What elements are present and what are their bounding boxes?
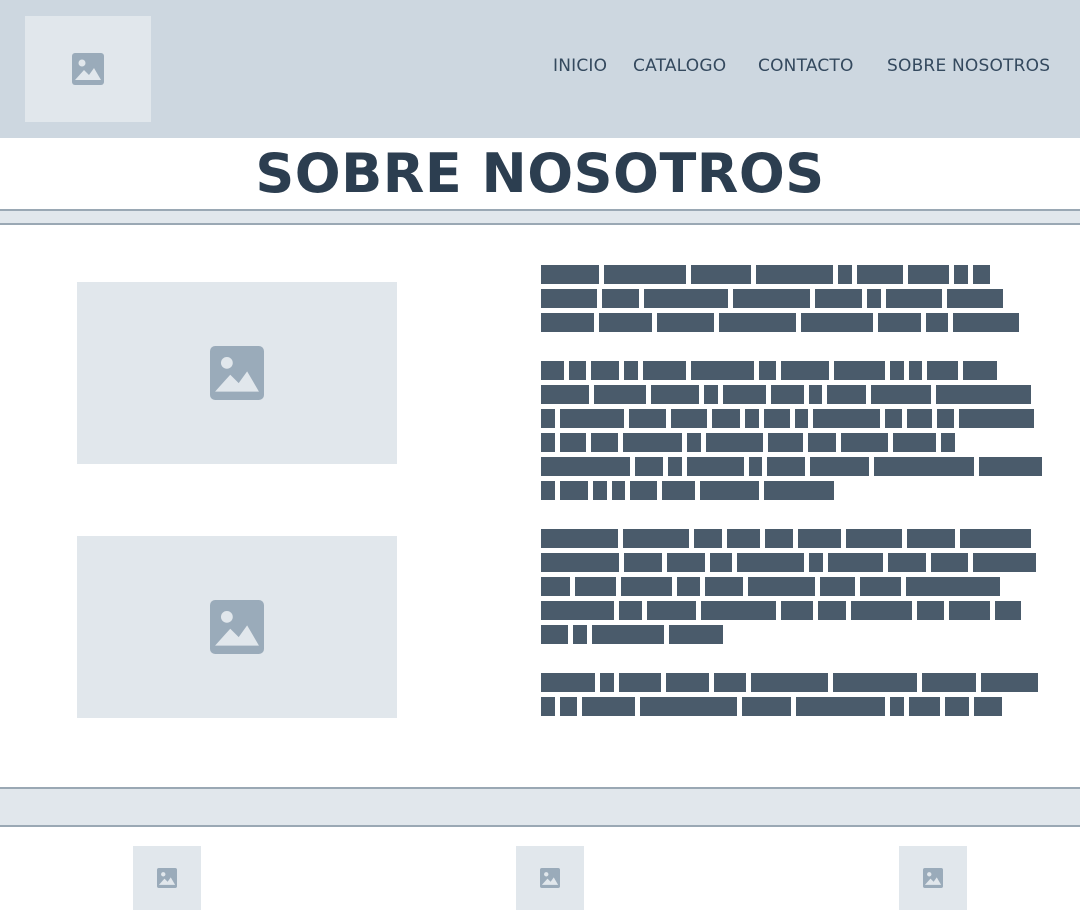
image-placeholder-icon — [923, 868, 943, 888]
redacted-text-line — [541, 457, 1051, 476]
redacted-text-line — [541, 601, 1051, 620]
footer-image[interactable] — [899, 846, 967, 910]
redacted-text-line — [541, 385, 1051, 404]
redacted-text-line — [541, 529, 1051, 548]
redacted-text-line — [541, 577, 1051, 596]
redacted-text-line — [541, 625, 1051, 644]
redacted-paragraph — [541, 265, 1051, 337]
redacted-text-line — [541, 553, 1051, 572]
redacted-text-line — [541, 409, 1051, 428]
redacted-paragraph — [541, 529, 1051, 649]
redacted-text-line — [541, 361, 1051, 380]
redacted-text-line — [541, 313, 1051, 332]
footer-band — [0, 787, 1080, 827]
redacted-paragraph — [541, 361, 1051, 505]
redacted-text-line — [541, 481, 1051, 500]
nav-sobre-nosotros[interactable]: SOBRE NOSOTROS — [887, 52, 1050, 80]
image-placeholder-icon — [540, 868, 560, 888]
footer-image[interactable] — [133, 846, 201, 910]
nav-catalogo[interactable]: CATALOGO — [633, 52, 726, 80]
image-placeholder-icon — [210, 600, 264, 654]
content-image — [77, 536, 397, 718]
site-header: INICIO CATALOGO CONTACTO SOBRE NOSOTROS — [0, 0, 1080, 138]
redacted-paragraph — [541, 673, 1051, 721]
redacted-text-line — [541, 433, 1051, 452]
image-placeholder-icon — [157, 868, 177, 888]
content-image — [77, 282, 397, 464]
title-divider — [0, 209, 1080, 225]
nav-contacto[interactable]: CONTACTO — [758, 52, 854, 80]
nav-inicio[interactable]: INICIO — [553, 52, 607, 80]
redacted-text-line — [541, 697, 1051, 716]
main-nav: INICIO CATALOGO CONTACTO SOBRE NOSOTROS — [0, 52, 1080, 80]
redacted-text-line — [541, 673, 1051, 692]
page-title: SOBRE NOSOTROS — [255, 142, 825, 205]
footer-image[interactable] — [516, 846, 584, 910]
redacted-text-line — [541, 289, 1051, 308]
image-placeholder-icon — [210, 346, 264, 400]
redacted-text-line — [541, 265, 1051, 284]
